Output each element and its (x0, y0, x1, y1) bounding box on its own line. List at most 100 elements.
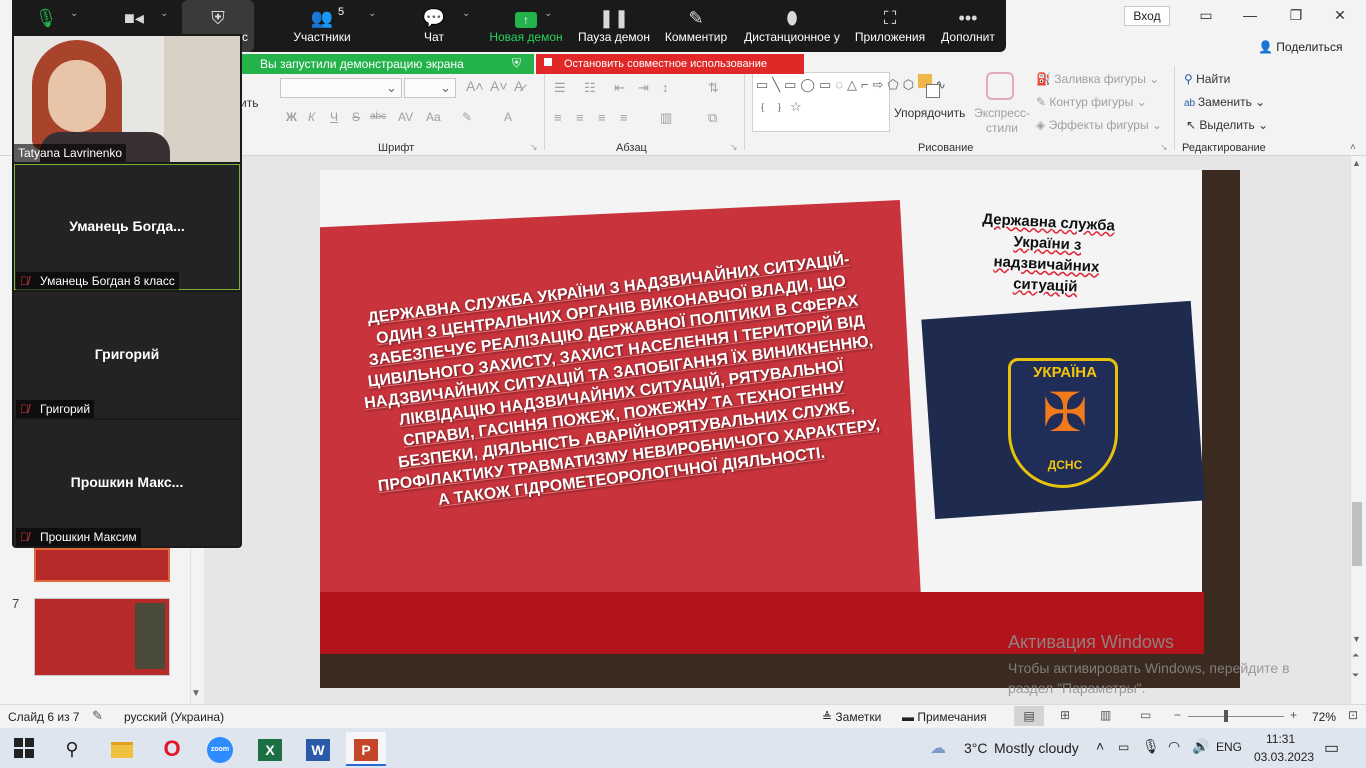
battery-icon[interactable]: ▭ (1118, 740, 1129, 754)
mic-tray-icon[interactable]: 🎙 (1142, 738, 1160, 755)
shape-effects-button[interactable]: ◈ Эффекты фигуры ⌄ (1036, 118, 1162, 132)
scroll-thumb[interactable] (1352, 502, 1362, 566)
slide-title[interactable]: Державна служба України з надзвичайних с… (970, 208, 1124, 300)
windows-start-icon[interactable] (14, 738, 34, 758)
zoom-slider-thumb[interactable] (1224, 710, 1229, 722)
strikethrough-button[interactable]: abc (370, 111, 386, 122)
normal-view-button[interactable]: ▤ (1014, 706, 1044, 726)
comments-button[interactable]: ▬ Примечания (902, 710, 987, 724)
chevron-down-icon[interactable]: ⌄ (544, 8, 552, 19)
shrink-font-icon[interactable]: A˅ (490, 78, 508, 94)
decrease-indent-icon[interactable]: ⇤ (614, 80, 625, 96)
new-share-button[interactable]: ↑ Новая демон (486, 0, 566, 52)
increase-indent-icon[interactable]: ⇥ (638, 80, 649, 96)
zoom-slider-track[interactable] (1188, 716, 1284, 717)
language-status[interactable]: русский (Украина) (124, 710, 224, 724)
opera-icon[interactable]: O (152, 732, 192, 766)
chevron-down-icon[interactable]: ⌄ (70, 8, 78, 19)
chevron-down-icon[interactable]: ⌄ (462, 8, 470, 19)
zoom-app-icon[interactable]: zoom (200, 732, 240, 766)
sorter-view-icon[interactable]: ⊞ (1060, 708, 1070, 722)
notifications-icon[interactable]: ▭ (1324, 738, 1339, 758)
numbering-icon[interactable]: ☷ (584, 80, 596, 96)
quick-styles-icon[interactable] (986, 72, 1014, 100)
pause-share-button[interactable]: ❚❚ Пауза демон (576, 0, 652, 52)
more-button[interactable]: ••• Дополнит (936, 0, 1000, 52)
wifi-icon[interactable]: ◠ (1168, 738, 1180, 755)
search-icon[interactable]: ⚲ (52, 732, 92, 766)
word-icon[interactable]: W (298, 732, 338, 766)
bold-button[interactable]: Ж (286, 110, 297, 124)
scroll-up-icon[interactable]: ▲ (1352, 158, 1361, 168)
annotate-button[interactable]: ✎ Комментир (662, 0, 730, 52)
zoom-level[interactable]: 72% (1312, 710, 1336, 724)
zoom-out-icon[interactable]: − (1174, 708, 1181, 722)
slide-thumbnail-7[interactable] (34, 598, 170, 676)
participants-button[interactable]: 👥 Участники (290, 0, 354, 52)
scroll-down-icon[interactable]: ▼ (191, 688, 201, 699)
highlight-icon[interactable]: ✎ (462, 110, 472, 124)
chevron-down-icon[interactable]: ⌄ (160, 8, 168, 19)
tray-expand-icon[interactable]: ˄ (1096, 738, 1104, 754)
file-explorer-icon[interactable] (102, 732, 142, 766)
change-case-button[interactable]: Aa (426, 110, 441, 124)
shape-outline-button[interactable]: ✎ Контур фигуры ⌄ (1036, 95, 1147, 109)
arrange-label[interactable]: Упорядочить (894, 106, 965, 120)
clock-time[interactable]: 11:31 (1266, 732, 1295, 746)
spellcheck-icon[interactable]: ✎ (92, 708, 103, 724)
clear-format-icon[interactable]: A̷ (514, 78, 523, 94)
fit-slide-icon[interactable]: ⊡ (1348, 708, 1358, 722)
volume-icon[interactable]: 🔊 (1192, 738, 1209, 755)
underline-button[interactable]: Ч (330, 110, 338, 124)
notes-button[interactable]: ≜ Заметки (822, 710, 881, 724)
align-center-icon[interactable]: ≡ (576, 110, 584, 125)
columns-icon[interactable]: ▥ (660, 110, 672, 126)
arrange-icon[interactable] (914, 72, 946, 104)
bullets-icon[interactable]: ☰ (554, 80, 566, 96)
drawing-dialog-icon[interactable]: ↘ (1160, 142, 1168, 153)
align-right-icon[interactable]: ≡ (598, 110, 606, 125)
stop-share-button[interactable]: Остановить совместное использование (536, 54, 804, 74)
quick-styles-label[interactable]: Экспресс-стили (970, 106, 1034, 136)
weather-temp[interactable]: 3°C (964, 740, 988, 756)
text-direction-icon[interactable]: ⇅ (708, 80, 719, 96)
spacing-button[interactable]: AV (398, 110, 413, 124)
minimize-icon[interactable]: — (1230, 4, 1270, 26)
slide-thumbnail-6[interactable] (34, 548, 170, 582)
reading-view-icon[interactable]: ▥ (1100, 708, 1111, 722)
remote-control-button[interactable]: ⬮ Дистанционное у (740, 0, 844, 52)
powerpoint-icon[interactable]: P (346, 732, 386, 766)
font-name-combo[interactable] (280, 78, 402, 98)
font-dialog-icon[interactable]: ↘ (530, 142, 538, 153)
next-slide-icon[interactable]: ⏷ (1352, 670, 1359, 681)
excel-icon[interactable]: X (250, 732, 290, 766)
find-button[interactable]: ⚲ Найти (1184, 72, 1230, 86)
clock-date[interactable]: 03.03.2023 (1254, 750, 1314, 764)
replace-button[interactable]: ab Заменить ⌄ (1184, 95, 1265, 109)
slides-scrollbar[interactable] (190, 548, 204, 704)
font-color-button[interactable]: A (504, 110, 512, 124)
prev-slide-icon[interactable]: ⏶ (1352, 650, 1359, 661)
zoom-in-icon[interactable]: + (1290, 708, 1297, 722)
apps-button[interactable]: ⛶ Приложения (852, 0, 928, 52)
weather-text[interactable]: Mostly cloudy (994, 740, 1079, 756)
italic-button[interactable]: К (308, 110, 315, 124)
close-icon[interactable]: ✕ (1320, 4, 1360, 26)
line-spacing-icon[interactable]: ↕ (662, 80, 669, 95)
shape-icons[interactable]: ▭╲▭◯▭◌△⌐⇨⬠⬡⌒∿﹛﹜☆ (756, 74, 946, 118)
shadow-button[interactable]: S (352, 110, 360, 124)
justify-icon[interactable]: ≡ (620, 110, 628, 125)
editor-scrollbar[interactable] (1350, 156, 1364, 704)
scroll-down-icon[interactable]: ▼ (1352, 634, 1361, 644)
smartart-icon[interactable]: ⧉ (708, 110, 717, 126)
select-button[interactable]: ↖ Выделить ⌄ (1186, 118, 1268, 132)
paragraph-dialog-icon[interactable]: ↘ (730, 142, 738, 153)
slideshow-icon[interactable]: ▭ (1140, 708, 1151, 722)
maximize-icon[interactable]: ❐ (1276, 4, 1316, 26)
chevron-down-icon[interactable]: ⌄ (368, 8, 376, 19)
collapse-ribbon-icon[interactable]: ˄ (1350, 142, 1356, 153)
align-left-icon[interactable]: ≡ (554, 110, 562, 125)
restore-ribbon-icon[interactable]: ▭ (1186, 4, 1226, 26)
input-language[interactable]: ENG (1216, 740, 1242, 754)
chat-button[interactable]: 💬 Чат (414, 0, 454, 52)
